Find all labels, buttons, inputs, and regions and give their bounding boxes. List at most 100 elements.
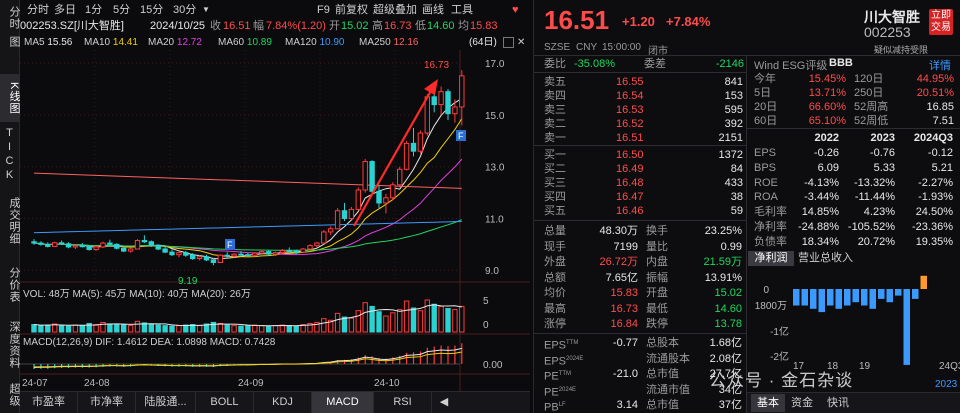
- ma10-value: 14.41: [112, 37, 138, 48]
- stat-label: 开盘: [646, 287, 668, 299]
- tab-revenue[interactable]: 营业总收入: [798, 251, 853, 266]
- period-15min[interactable]: 15分: [140, 2, 163, 18]
- tab-northbound[interactable]: 陆股通...: [136, 392, 196, 413]
- tools-button[interactable]: 工具: [451, 2, 473, 18]
- wecha-value: -2146: [715, 58, 744, 70]
- candle-body: [452, 106, 458, 115]
- draw-line-button[interactable]: 画线: [422, 2, 444, 18]
- volume-bar: [341, 316, 348, 333]
- candle-body: [265, 251, 272, 255]
- view-sidebar: 分时 图 K线图 TICK 成交明细 分价表 深度资料 超级: [0, 0, 20, 413]
- volume-bar: [438, 305, 444, 333]
- avg-label: 均: [458, 20, 469, 32]
- sidebar-tab-price-table[interactable]: 分价表: [0, 262, 20, 308]
- sidebar-tab-chart[interactable]: 图: [0, 34, 20, 50]
- tab-net-profit[interactable]: 净利润: [748, 251, 794, 266]
- fin-metric-value: -0.26: [813, 147, 839, 159]
- stat-label: 量比: [646, 240, 668, 253]
- period-multiday[interactable]: 多日: [54, 2, 76, 18]
- period-timeshare[interactable]: 分时: [27, 2, 49, 18]
- tab-news[interactable]: 快讯: [827, 394, 849, 412]
- sidebar-tab-trades[interactable]: 成交明细: [0, 192, 20, 250]
- volume-bar: [231, 325, 237, 333]
- volume-bar: [369, 305, 375, 333]
- stat-label: 跌停: [646, 318, 668, 330]
- range-days-label[interactable]: (64日): [469, 36, 497, 50]
- sidebar-tab-depth[interactable]: 深度资料: [0, 316, 20, 374]
- fin-metric-value: -13.32%: [854, 176, 895, 189]
- favorite-heart-icon[interactable]: ♥: [512, 2, 519, 18]
- candle-body: [148, 241, 155, 247]
- candle-body: [134, 239, 141, 250]
- candle-body: [348, 208, 355, 219]
- fund-label: PE2024E: [544, 383, 576, 400]
- fund-value: -21.0: [612, 368, 638, 380]
- adjust-button[interactable]: 前复权: [335, 2, 368, 18]
- tab-basic[interactable]: 基本: [751, 394, 785, 412]
- fin-metric-name: ROE: [754, 176, 778, 189]
- fin-year-header: 2022: [814, 132, 839, 144]
- candle-body: [328, 228, 334, 233]
- volume-bar: [424, 299, 431, 333]
- ma60-value: 10.89: [246, 37, 272, 48]
- tab-pe[interactable]: 市盈率: [20, 392, 78, 413]
- price-tick-label: 9.0: [485, 266, 499, 277]
- candle-body: [245, 254, 251, 257]
- tab-boll[interactable]: BOLL: [196, 392, 254, 413]
- tab-scroll-left-icon[interactable]: ◀: [432, 392, 456, 413]
- volume-indicator-label: VOL: 48万 MA(5): 45万 MA(10): 40万 MA(20): …: [23, 289, 251, 300]
- tab-funds[interactable]: 资金: [791, 394, 813, 412]
- profit-bar: [912, 289, 919, 299]
- volume-bar: [127, 325, 134, 333]
- tab-macd[interactable]: MACD: [312, 392, 374, 413]
- overlay-button[interactable]: 超级叠加: [373, 2, 417, 18]
- fund-label-main: PE: [544, 386, 559, 399]
- close-icon[interactable]: ✕: [517, 36, 525, 50]
- kline-chart[interactable]: 17.0 15.0 13.0 11.0 9.0 16.73 9.19 F F VOL: …: [20, 50, 530, 391]
- collapse-icon[interactable]: [503, 37, 514, 48]
- stat-value: 14.60: [714, 302, 742, 315]
- volume-bar: [176, 325, 182, 333]
- esg-detail-link[interactable]: 详情: [929, 57, 951, 73]
- stat-value: 26.72万: [599, 256, 638, 268]
- high-value: 16.73: [384, 20, 412, 32]
- sidebar-tab-timeshare[interactable]: 分时: [0, 4, 20, 32]
- fin-metric-value: 5.33: [873, 161, 895, 174]
- stat-label: 最高: [544, 302, 566, 315]
- tab-pb[interactable]: 市净率: [78, 392, 136, 413]
- stat-value: 15.83: [610, 287, 638, 299]
- period-1min[interactable]: 1分: [85, 2, 102, 18]
- orderbook-price: 16.50: [616, 149, 644, 161]
- fin-metric-name: 净利率: [754, 221, 787, 233]
- period-more-chevron-icon[interactable]: ▼: [202, 2, 210, 18]
- candle-body: [376, 190, 382, 204]
- vol-tick-0: 0: [483, 320, 489, 331]
- tab-kdj[interactable]: KDJ: [254, 392, 312, 413]
- fund-label-main: EPS: [544, 355, 567, 368]
- orderbook-volume: 392: [724, 118, 743, 130]
- period-5min[interactable]: 5分: [113, 2, 130, 18]
- candle-body: [203, 256, 210, 261]
- orderbook-price: 16.55: [616, 76, 644, 88]
- trade-now-button[interactable]: 立即交易: [929, 9, 953, 35]
- candle-body: [252, 252, 258, 256]
- price-tick-label: 13.0: [485, 163, 505, 174]
- profit-bar: [818, 289, 825, 313]
- sidebar-tab-kline[interactable]: K线图: [0, 74, 20, 122]
- candle-body: [210, 259, 217, 263]
- price-tick-label: 17.0: [485, 59, 505, 70]
- f9-button[interactable]: F9: [317, 2, 330, 18]
- sidebar-tab-super[interactable]: 超级: [0, 380, 20, 410]
- candle-body: [183, 252, 189, 256]
- tab-rsi[interactable]: RSI: [374, 392, 432, 413]
- candle-body: [390, 184, 396, 199]
- fin-metric-value: 5.21: [931, 161, 953, 174]
- watermark-text: 公众号 · 金石杂谈: [709, 371, 854, 390]
- perf-value: 20.51%: [916, 87, 954, 99]
- fund-label: EPSTTM: [544, 336, 578, 353]
- stat-value: 7199: [613, 240, 638, 253]
- orderbook-price: 16.49: [616, 163, 644, 175]
- period-30min[interactable]: 30分: [173, 2, 196, 18]
- volume-bar: [403, 300, 410, 333]
- sidebar-tab-tick[interactable]: TICK: [0, 126, 20, 186]
